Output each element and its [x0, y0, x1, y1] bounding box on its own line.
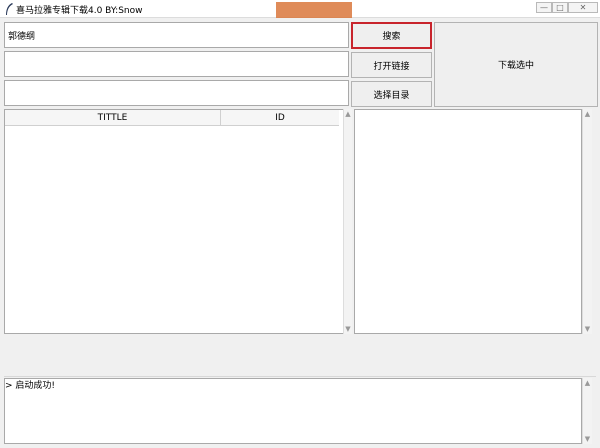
search-input[interactable]: [4, 22, 349, 48]
results-table[interactable]: TITTLE ID: [4, 109, 344, 334]
scroll-down-arrow-icon[interactable]: ▼: [583, 324, 592, 334]
minimize-button[interactable]: —: [536, 2, 552, 13]
choose-directory-button[interactable]: 选择目录: [351, 81, 432, 107]
results-scrollbar[interactable]: ▲ ▼: [343, 109, 352, 334]
scroll-up-arrow-icon[interactable]: ▲: [344, 109, 352, 119]
scroll-up-arrow-icon[interactable]: ▲: [583, 109, 592, 119]
column-header-title[interactable]: TITTLE: [5, 110, 221, 126]
log-separator: [4, 376, 596, 377]
window-title: 喜马拉雅专辑下载4.0 BY:Snow: [16, 6, 143, 16]
log-message: 启动成功!: [15, 381, 56, 391]
log-scrollbar[interactable]: ▲ ▼: [582, 378, 592, 444]
open-link-button[interactable]: 打开链接: [351, 52, 432, 78]
log-line: > 启动成功!: [5, 378, 55, 391]
maximize-button[interactable]: □: [552, 2, 568, 13]
download-selected-button[interactable]: 下载选中: [434, 22, 598, 107]
feather-app-icon: [4, 2, 14, 16]
link-input[interactable]: [4, 51, 349, 77]
download-list[interactable]: [354, 109, 582, 334]
close-button[interactable]: ✕: [568, 2, 598, 13]
column-header-id[interactable]: ID: [221, 110, 339, 126]
scroll-down-arrow-icon[interactable]: ▼: [344, 324, 352, 334]
search-button[interactable]: 搜索: [351, 22, 432, 49]
log-output[interactable]: [4, 378, 582, 444]
log-prompt: >: [5, 381, 13, 391]
download-list-scrollbar[interactable]: ▲ ▼: [582, 109, 592, 334]
scroll-down-arrow-icon[interactable]: ▼: [583, 434, 592, 444]
title-accent-block: [276, 2, 352, 18]
scroll-up-arrow-icon[interactable]: ▲: [583, 378, 592, 388]
directory-input[interactable]: [4, 80, 349, 106]
